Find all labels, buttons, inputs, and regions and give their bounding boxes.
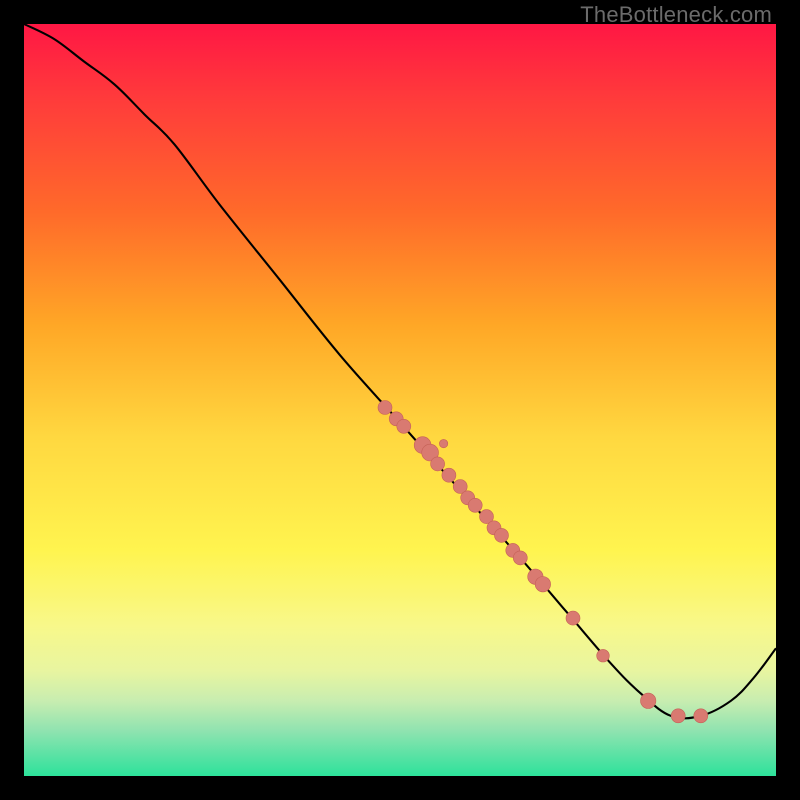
sample-point: [597, 649, 610, 662]
sample-point: [694, 709, 708, 723]
sample-point: [397, 419, 411, 433]
sample-points-group: [378, 401, 708, 723]
sample-point: [431, 457, 445, 471]
bottleneck-curve: [24, 24, 776, 718]
sample-point: [641, 693, 656, 708]
sample-point: [513, 551, 527, 565]
chart-svg: [24, 24, 776, 776]
sample-point: [442, 468, 456, 482]
sample-point: [495, 528, 509, 542]
chart-frame: TheBottleneck.com: [0, 0, 800, 800]
sample-point: [439, 439, 447, 447]
sample-point: [378, 401, 392, 415]
chart-plot-area: [24, 24, 776, 776]
watermark-text: TheBottleneck.com: [580, 2, 772, 28]
sample-point: [535, 577, 550, 592]
sample-point: [566, 611, 580, 625]
sample-point: [468, 498, 482, 512]
sample-point: [671, 709, 685, 723]
